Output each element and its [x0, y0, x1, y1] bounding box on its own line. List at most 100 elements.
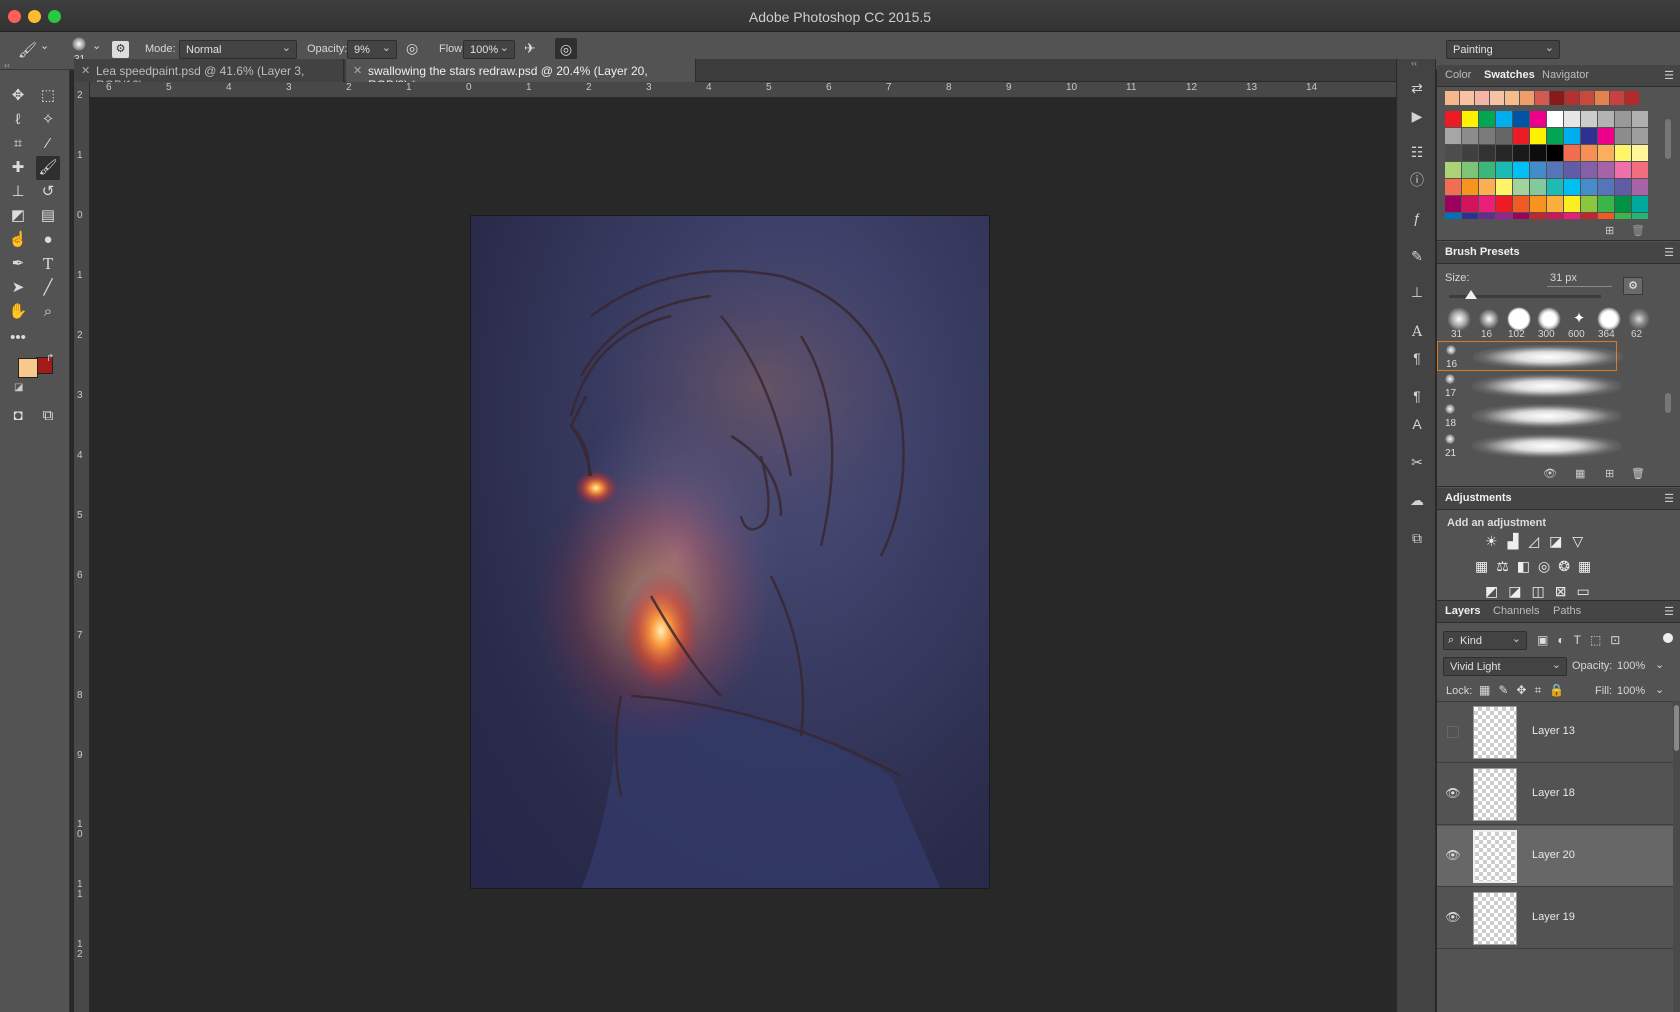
swatch[interactable] — [1530, 111, 1546, 127]
panel-menu-icon[interactable]: ☰ — [1664, 492, 1674, 505]
color-lookup-icon[interactable]: ▦ — [1578, 558, 1599, 574]
swatch[interactable] — [1610, 91, 1624, 105]
lasso-tool-icon[interactable]: ℓ — [6, 108, 30, 132]
photo-filter-icon[interactable]: ◎ — [1538, 558, 1558, 574]
chevron-down-icon[interactable]: ⌄ — [1655, 683, 1664, 696]
flow-field[interactable]: 100% — [463, 40, 515, 59]
smart-object-filter-icon[interactable]: ⊡ — [1610, 633, 1629, 647]
tab-swatches[interactable]: Swatches — [1484, 69, 1535, 81]
delete-preset-icon[interactable]: 🗑 — [1631, 467, 1645, 480]
swatch[interactable] — [1564, 128, 1580, 144]
shape-filter-icon[interactable]: ⬚ — [1590, 633, 1610, 647]
presets-scrollbar[interactable] — [1665, 393, 1671, 413]
swatch[interactable] — [1547, 196, 1563, 212]
hand-tool-icon[interactable]: ✋ — [6, 300, 30, 324]
brush-tip[interactable] — [1627, 307, 1651, 331]
swatch[interactable] — [1496, 111, 1512, 127]
swatch[interactable] — [1632, 179, 1648, 195]
tool-presets-panel-icon[interactable]: ✂ — [1405, 451, 1429, 473]
swatch[interactable] — [1598, 128, 1614, 144]
swatch[interactable] — [1513, 128, 1529, 144]
tab-brush-presets[interactable]: Brush Presets — [1445, 246, 1520, 258]
swatch[interactable] — [1595, 91, 1609, 105]
vibrance-icon[interactable]: ▽ — [1572, 533, 1593, 549]
swatch[interactable] — [1632, 145, 1648, 161]
eye-icon[interactable]: 👁 — [1445, 910, 1461, 926]
swatch[interactable] — [1550, 91, 1564, 105]
swatch[interactable] — [1445, 91, 1459, 105]
swatch[interactable] — [1496, 213, 1512, 219]
swatch[interactable] — [1598, 213, 1614, 219]
brush-tip[interactable] — [1507, 307, 1531, 331]
swatch[interactable] — [1490, 91, 1504, 105]
swatch[interactable] — [1581, 179, 1597, 195]
magic-wand-tool-icon[interactable]: ✧ — [36, 108, 60, 132]
layer-row-layer-19[interactable]: 👁 Layer 19 — [1437, 888, 1673, 949]
mode-dropdown[interactable]: Normal — [179, 40, 297, 59]
swatch[interactable] — [1462, 145, 1478, 161]
swatch[interactable] — [1530, 162, 1546, 178]
panel-menu-icon[interactable]: ☰ — [1664, 69, 1674, 82]
opacity-field[interactable]: 9% — [347, 40, 397, 59]
size-slider-thumb[interactable] — [1465, 290, 1477, 299]
close-tab-icon[interactable]: ✕ — [353, 64, 362, 77]
default-colors-icon[interactable]: ◪ — [14, 382, 23, 393]
brush-panel-toggle-icon[interactable]: ⚙ — [112, 41, 129, 58]
curves-icon[interactable]: ◿ — [1528, 533, 1549, 549]
swatch[interactable] — [1564, 179, 1580, 195]
adjustment-filter-icon[interactable]: ◐ — [1557, 633, 1573, 647]
swatch[interactable] — [1547, 179, 1563, 195]
panel-menu-icon[interactable]: ☰ — [1664, 605, 1674, 618]
screen-mode-icon[interactable]: ⧉ — [36, 404, 60, 428]
swatch[interactable] — [1462, 162, 1478, 178]
swatch[interactable] — [1513, 162, 1529, 178]
swatch[interactable] — [1479, 145, 1495, 161]
swatch[interactable] — [1496, 145, 1512, 161]
swatch[interactable] — [1547, 128, 1563, 144]
eye-icon[interactable]: 👁 — [1445, 848, 1461, 864]
swatch[interactable] — [1632, 111, 1648, 127]
brush-size-value[interactable]: 31 px — [1550, 272, 1577, 284]
canvas-area[interactable] — [90, 98, 1396, 1012]
brush-tip[interactable] — [1477, 307, 1501, 331]
tab-navigator[interactable]: Navigator — [1542, 69, 1589, 81]
selective-color-icon[interactable]: ⊠ — [1555, 583, 1577, 599]
toggle-brush-panel-icon[interactable]: 👁 — [1543, 467, 1557, 480]
paragraph-panel-icon[interactable]: ¶ — [1405, 347, 1429, 369]
swatch[interactable] — [1615, 213, 1631, 219]
swatch[interactable] — [1632, 162, 1648, 178]
swatch[interactable] — [1564, 111, 1580, 127]
swatch[interactable] — [1445, 196, 1461, 212]
brush-preset-row[interactable]: 17 — [1437, 371, 1622, 401]
swatch[interactable] — [1513, 179, 1529, 195]
workspace-switcher[interactable]: Painting — [1446, 40, 1560, 59]
swatch[interactable] — [1581, 213, 1597, 219]
swatch[interactable] — [1462, 179, 1478, 195]
swatch[interactable] — [1632, 196, 1648, 212]
collapse-arrows-icon[interactable]: ‹‹ — [4, 60, 10, 70]
lock-transparency-icon[interactable]: ▦ — [1479, 683, 1498, 697]
swatch[interactable] — [1581, 111, 1597, 127]
info-panel-icon[interactable]: ⓘ — [1405, 169, 1429, 191]
swatch[interactable] — [1547, 162, 1563, 178]
clone-source-panel-icon[interactable]: ⊥ — [1405, 281, 1429, 303]
layer-thumbnail[interactable] — [1473, 768, 1517, 821]
swatch[interactable] — [1475, 91, 1489, 105]
swatch[interactable] — [1445, 111, 1461, 127]
swatch[interactable] — [1479, 128, 1495, 144]
swatch[interactable] — [1530, 179, 1546, 195]
swatch[interactable] — [1513, 213, 1529, 219]
swatch[interactable] — [1615, 162, 1631, 178]
brush-tip[interactable] — [1597, 307, 1621, 331]
tab-color[interactable]: Color — [1445, 69, 1471, 81]
swatch[interactable] — [1445, 128, 1461, 144]
dodge-tool-icon[interactable]: ● — [36, 228, 60, 252]
path-selection-tool-icon[interactable]: ➤ — [6, 276, 30, 300]
panel-menu-icon[interactable]: ☰ — [1664, 246, 1674, 259]
swatch[interactable] — [1581, 145, 1597, 161]
swatch[interactable] — [1564, 196, 1580, 212]
libraries-panel-icon[interactable]: ☁ — [1405, 489, 1429, 511]
threshold-icon[interactable]: ◫ — [1531, 583, 1554, 599]
swatch[interactable] — [1530, 196, 1546, 212]
invert-icon[interactable]: ◩ — [1485, 583, 1508, 599]
